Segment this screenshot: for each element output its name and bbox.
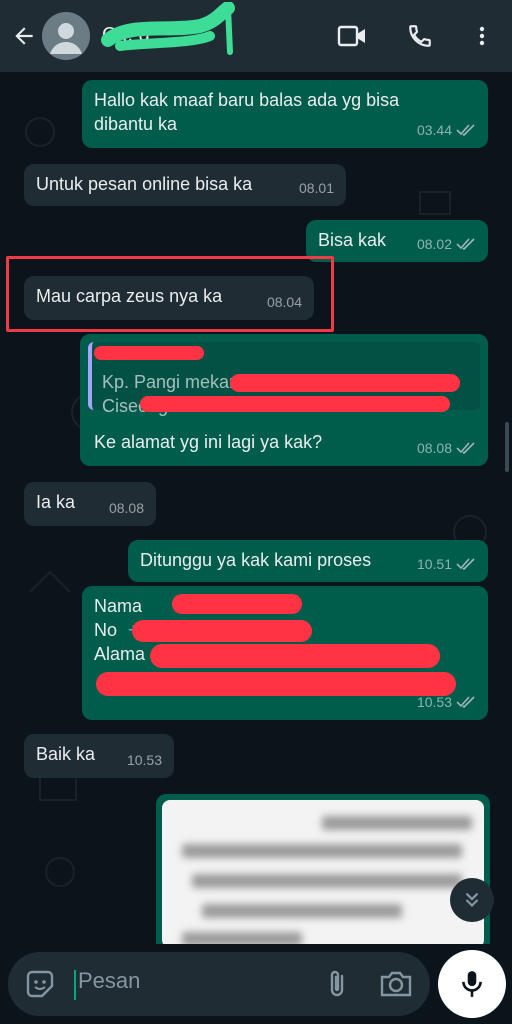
sticker-icon[interactable] xyxy=(24,968,56,1000)
paperclip-icon[interactable] xyxy=(322,968,354,1000)
read-receipt-icon xyxy=(456,124,475,136)
message-text: Bisa kak xyxy=(318,230,387,250)
video-call-icon xyxy=(337,25,365,47)
mic-icon xyxy=(462,971,482,997)
phone-icon xyxy=(409,25,431,47)
message-time: 08.08 xyxy=(108,500,144,516)
message-bubble-incoming[interactable]: Mau carpa zeus nya ka 08.04 xyxy=(24,276,314,320)
message-text: Ia ka xyxy=(36,492,76,512)
message-time: 10.53 xyxy=(126,752,162,768)
message-text: Mau carpa zeus nya ka xyxy=(36,286,223,306)
message-time: 03.44 xyxy=(416,122,452,138)
message-text: Untuk pesan online bisa ka xyxy=(36,174,253,194)
read-receipt-icon xyxy=(456,442,475,454)
redaction-mark xyxy=(150,644,440,668)
message-time: 10.51 xyxy=(416,556,452,572)
message-bubble-outgoing[interactable]: Nama No + Alama 10.53 xyxy=(82,586,488,720)
scroll-to-bottom-button[interactable] xyxy=(450,878,494,922)
more-vert-icon xyxy=(479,26,485,46)
message-text: No xyxy=(94,620,118,640)
message-text: Hallo kak maaf baru balas ada yg bisa xyxy=(94,90,400,110)
camera-icon[interactable] xyxy=(378,968,414,1000)
redaction-mark xyxy=(172,594,302,614)
avatar[interactable] xyxy=(42,12,90,60)
voice-record-button[interactable] xyxy=(438,950,506,1018)
blurred-image[interactable] xyxy=(162,800,484,944)
more-options-button[interactable] xyxy=(464,18,500,54)
message-text: Ditunggu ya kak kami proses xyxy=(140,550,372,570)
voice-call-button[interactable] xyxy=(402,18,438,54)
read-receipt-icon xyxy=(456,696,475,708)
name-redaction-scribble xyxy=(101,2,235,55)
back-button[interactable] xyxy=(8,20,40,52)
redaction-mark xyxy=(140,396,450,412)
message-time: 10.53 xyxy=(416,694,452,710)
image-message-bubble[interactable] xyxy=(156,794,490,944)
message-bubble-incoming[interactable]: Ia ka 08.08 xyxy=(24,482,156,526)
double-chevron-down-icon xyxy=(465,892,479,908)
read-receipt-icon xyxy=(456,558,475,570)
chat-header: C... g xyxy=(0,0,512,72)
video-call-button[interactable] xyxy=(334,18,370,54)
message-bubble-incoming[interactable]: Untuk pesan online bisa ka 08.01 xyxy=(24,164,346,206)
message-bubble-incoming[interactable]: Baik ka 10.53 xyxy=(24,734,174,778)
default-avatar-icon xyxy=(42,12,90,60)
message-composer: Pesan xyxy=(8,952,430,1016)
read-receipt-icon xyxy=(456,238,475,250)
message-time: 08.01 xyxy=(298,180,334,196)
message-time: 08.04 xyxy=(266,294,302,310)
message-time: 08.08 xyxy=(416,440,452,456)
message-text: Ke alamat yg ini lagi ya kak? xyxy=(94,432,323,452)
text-cursor xyxy=(74,970,76,1000)
redaction-mark xyxy=(94,346,204,360)
message-input[interactable]: Pesan xyxy=(78,968,140,994)
message-time: 08.02 xyxy=(416,236,452,252)
redaction-mark xyxy=(132,620,312,642)
redaction-mark xyxy=(96,672,456,696)
message-bubble-outgoing-reply[interactable]: Kp. Pangi mekar ... Ciseeng ... Ke alama… xyxy=(80,334,488,466)
message-bubble-outgoing[interactable]: Ditunggu ya kak kami proses 10.51 xyxy=(128,540,488,582)
arrow-left-icon xyxy=(15,27,33,45)
message-bubble-outgoing[interactable]: Hallo kak maaf baru balas ada yg bisa di… xyxy=(82,80,488,148)
redaction-mark xyxy=(230,374,460,392)
scrollbar-thumb[interactable] xyxy=(505,422,509,472)
message-text: Baik ka xyxy=(36,744,96,764)
chat-area[interactable]: Hallo kak maaf baru balas ada yg bisa di… xyxy=(0,72,512,944)
